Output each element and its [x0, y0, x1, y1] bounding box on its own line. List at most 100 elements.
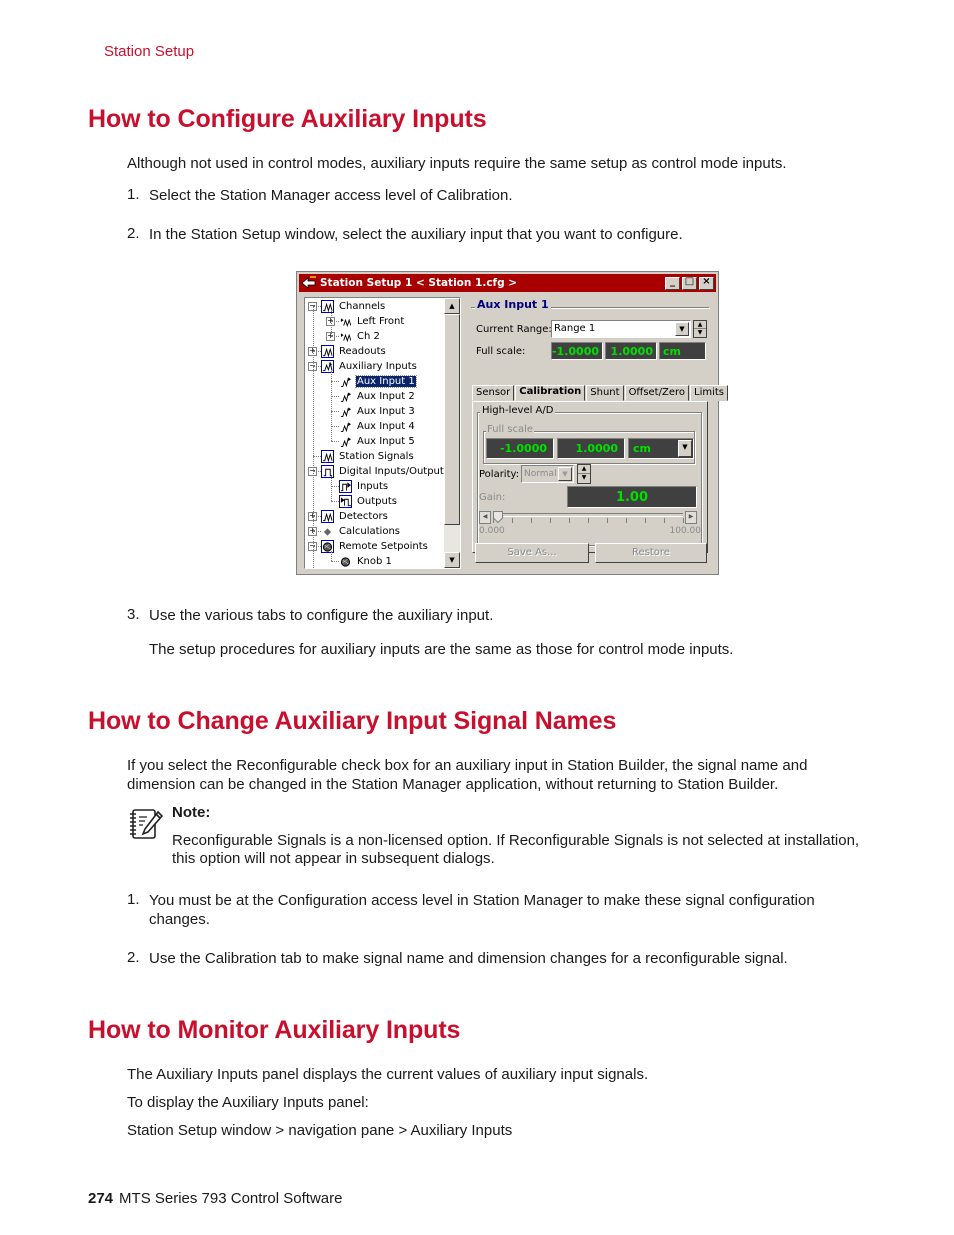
- running-head: Station Setup: [104, 43, 195, 60]
- step-number: 2.: [127, 225, 140, 242]
- slider-left-arrow[interactable]: ◀: [479, 511, 491, 524]
- tree-item[interactable]: Auxiliary Inputs: [321, 359, 418, 374]
- tree-connector: [331, 561, 339, 562]
- tab-limits[interactable]: Limits: [690, 385, 728, 401]
- tree-item-label: Inputs: [357, 481, 389, 492]
- tree-item[interactable]: Aux Input 4: [339, 419, 416, 434]
- station-setup-window: Station Setup 1 < Station 1.cfg > _ □ × …: [296, 271, 728, 575]
- current-range-select[interactable]: Range 1 ▼: [551, 320, 691, 338]
- close-button[interactable]: ×: [699, 276, 714, 290]
- slider-tick: [626, 518, 627, 523]
- tree-connector: [313, 456, 321, 457]
- polarity-select[interactable]: Normal ▼: [521, 465, 574, 483]
- step-text-continued: changes.: [149, 911, 210, 928]
- slider-tick: [569, 518, 570, 523]
- calibration-tab-body: High-level A/D Full scale -1.0000 1.0000…: [472, 401, 708, 553]
- gain-display: 1.00: [567, 486, 697, 508]
- tree-item-label: Calculations: [339, 526, 400, 537]
- slider-tick: [645, 518, 646, 523]
- tree-connector: [331, 476, 332, 501]
- maximize-button[interactable]: □: [682, 276, 697, 290]
- tree-item-label: Aux Input 2: [357, 391, 415, 402]
- slider-tick: [683, 518, 684, 523]
- tree-item[interactable]: Aux Input 1: [339, 374, 417, 389]
- monitor-paragraph-2: To display the Auxiliary Inputs panel:: [127, 1094, 369, 1111]
- tree-item[interactable]: Calculations: [321, 524, 401, 539]
- hl-full-scale-min[interactable]: -1.0000: [486, 438, 554, 459]
- full-scale-label: Full scale:: [476, 346, 526, 357]
- tab-sensor[interactable]: Sensor: [472, 385, 515, 401]
- polarity-label: Polarity:: [479, 469, 520, 480]
- slider-tick: [512, 518, 513, 523]
- tree-item[interactable]: Station Signals: [321, 449, 415, 464]
- scroll-up-arrow[interactable]: ▲: [444, 298, 460, 314]
- slider-thumb[interactable]: [492, 511, 503, 524]
- step-detail: The setup procedures for auxiliary input…: [149, 641, 734, 658]
- step-text: You must be at the Configuration access …: [149, 892, 815, 909]
- scroll-thumb[interactable]: [444, 314, 460, 525]
- gain-slider[interactable]: ◀ ▶: [479, 511, 697, 525]
- chevron-down-icon[interactable]: ▼: [678, 440, 692, 457]
- full-scale-unit: cm: [659, 342, 706, 360]
- step-text: Use the Calibration tab to make signal n…: [149, 950, 788, 967]
- tree-item[interactable]: Inputs: [339, 479, 389, 494]
- tab-offset-zero[interactable]: Offset/Zero: [624, 385, 689, 401]
- tree-item[interactable]: Aux Input 2: [339, 389, 416, 404]
- note-text-line2: this option will not appear in subsequen…: [172, 850, 495, 867]
- slider-min-label: 0.000: [479, 526, 505, 536]
- full-scale-group: Full scale: [486, 424, 535, 435]
- tree-connector: [331, 441, 339, 442]
- minimize-button[interactable]: _: [665, 276, 680, 290]
- tree-connector: [313, 306, 314, 568]
- intro-change-line1: If you select the Reconfigurable check b…: [127, 757, 808, 774]
- polarity-spinner[interactable]: ▲ ▼: [577, 464, 591, 484]
- range-spinner[interactable]: ▲ ▼: [693, 320, 707, 338]
- step-text: Use the various tabs to configure the au…: [149, 607, 494, 624]
- step-number: 1.: [127, 186, 140, 203]
- tree-item[interactable]: Ch 2: [339, 329, 381, 344]
- tree-item-label: Aux Input 4: [357, 421, 415, 432]
- tree-item[interactable]: Outputs: [339, 494, 398, 509]
- settings-panel: Aux Input 1 Current Range: Range 1 ▼ ▲ ▼ …: [469, 297, 728, 569]
- tab-shunt[interactable]: Shunt: [586, 385, 624, 401]
- restore-button[interactable]: Restore: [595, 543, 707, 563]
- tree-connector: [313, 351, 321, 352]
- tree-item[interactable]: Left Front: [339, 314, 405, 329]
- hl-unit-select[interactable]: cm ▼: [628, 438, 694, 459]
- title-bar: Station Setup 1 < Station 1.cfg > _ □ ×: [299, 274, 716, 292]
- tree-item[interactable]: Aux Input 5: [339, 434, 416, 449]
- tree-item-label: Digital Inputs/Outputs: [339, 466, 450, 477]
- navigation-tree[interactable]: − Channels + Left Front + Ch 2 + Readouts − Auxil…: [304, 297, 461, 569]
- tree-connector: [331, 551, 332, 561]
- tab-calibration[interactable]: Calibration: [515, 385, 586, 401]
- app-icon: [301, 276, 316, 289]
- save-as-button[interactable]: Save As...: [475, 543, 589, 563]
- note-text-line1: Reconfigurable Signals is a non-licensed…: [172, 832, 860, 849]
- tree-item-label: Auxiliary Inputs: [339, 361, 417, 372]
- slider-right-arrow[interactable]: ▶: [685, 511, 697, 524]
- chevron-down-icon[interactable]: ▼: [675, 322, 689, 336]
- knob-icon: [339, 555, 352, 568]
- tree-item[interactable]: Detectors: [321, 509, 389, 524]
- digital-output-icon: [339, 495, 352, 508]
- slider-tick: [531, 518, 532, 523]
- chevron-down-icon[interactable]: ▼: [558, 467, 572, 481]
- hl-full-scale-max[interactable]: 1.0000: [557, 438, 625, 459]
- aux-input-icon: [339, 405, 352, 418]
- tree-item[interactable]: Remote Setpoints: [321, 539, 429, 554]
- tree-scrollbar[interactable]: ▲ ▼: [444, 298, 460, 568]
- tree-item[interactable]: Knob 1: [339, 554, 393, 568]
- intro-configure: Although not used in control modes, auxi…: [127, 155, 787, 172]
- tree-item[interactable]: Aux Input 3: [339, 404, 416, 419]
- tree-connector: [331, 371, 332, 441]
- tree-connector: [331, 411, 339, 412]
- group-title: Aux Input 1: [475, 298, 551, 311]
- tree-item[interactable]: Digital Inputs/Outputs: [321, 464, 450, 479]
- tree-connector: [313, 471, 321, 472]
- tree-connector: [313, 546, 321, 547]
- slider-max-label: 100.00: [669, 526, 702, 536]
- tree-item[interactable]: Readouts: [321, 344, 387, 359]
- section-title-change-names: How to Change Auxiliary Input Signal Nam…: [88, 707, 617, 735]
- aux-input-icon: [339, 435, 352, 448]
- scroll-down-arrow[interactable]: ▼: [444, 552, 460, 568]
